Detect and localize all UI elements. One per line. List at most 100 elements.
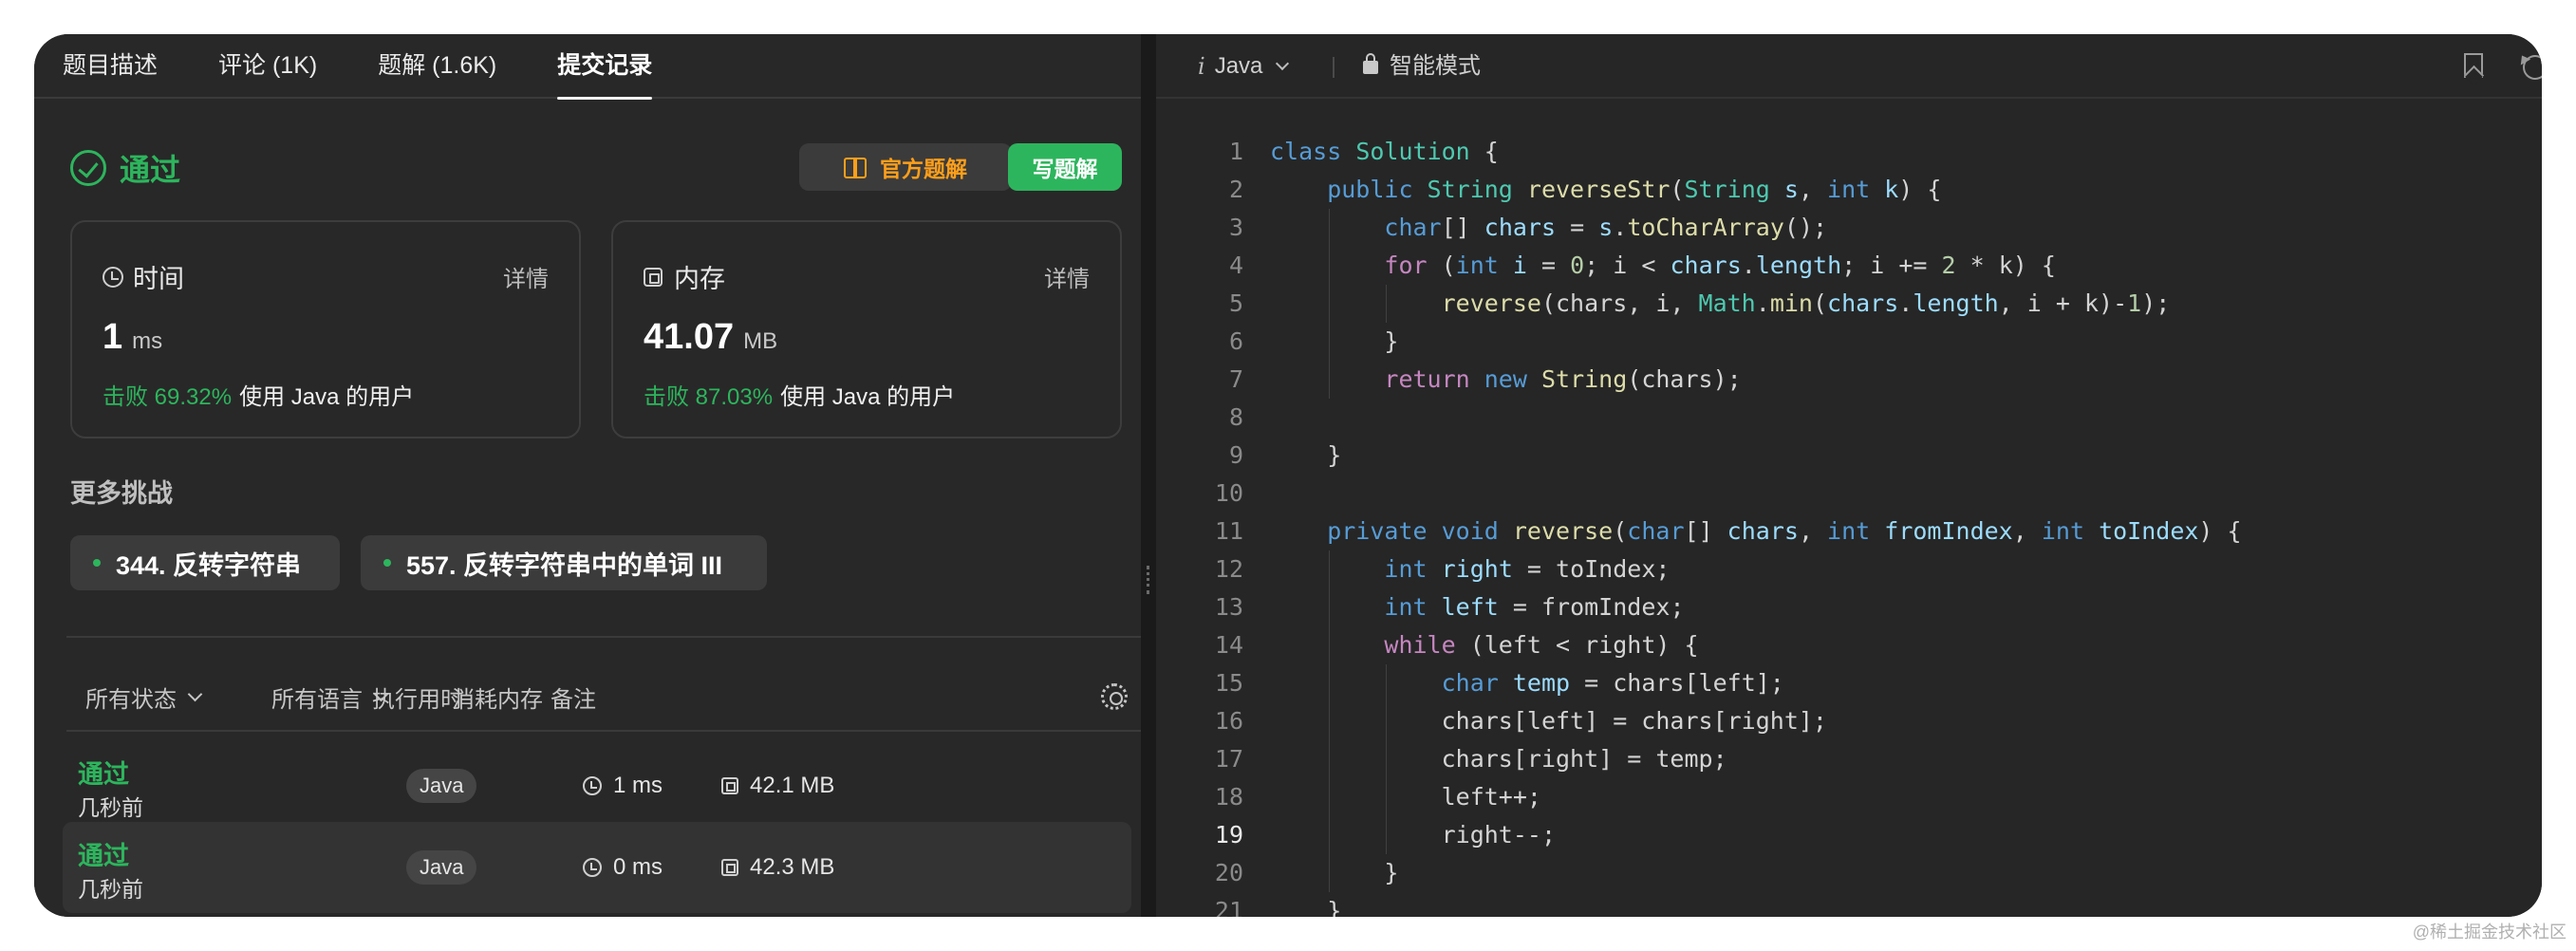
code-text: int left = fromIndex; (1384, 593, 1685, 621)
challenge-link-344[interactable]: 344. 反转字符串 (70, 535, 340, 590)
indent-guide (1386, 664, 1388, 702)
filter-status-dropdown[interactable]: 所有状态 (85, 680, 203, 714)
code-text: chars[right] = temp; (1441, 745, 1727, 773)
row-status[interactable]: 通过 (78, 754, 129, 791)
table-row[interactable]: 通过 几秒前 Java 0 ms 42.3 MB (63, 822, 1131, 913)
indent-guide (1329, 626, 1331, 664)
table-row[interactable]: 通过 几秒前 Java 1 ms 42.1 MB (63, 740, 1131, 831)
result-status: 通过 (70, 146, 180, 190)
code-text: private void reverse(char[] chars, int f… (1327, 517, 2242, 545)
tab-submissions[interactable]: 提交记录 (557, 34, 653, 100)
gear-icon[interactable] (1101, 683, 1128, 710)
indent-guide (1329, 778, 1331, 816)
row-memory-value: 42.3 MB (750, 854, 835, 880)
panel-splitter[interactable] (1141, 34, 1156, 917)
language-selector[interactable]: i Java (1198, 34, 1290, 99)
memory-card-title: 内存 (644, 258, 725, 295)
indent-guide (1329, 361, 1331, 399)
code-text: char temp = chars[left]; (1441, 669, 1784, 697)
code-line[interactable]: 21} (1156, 892, 2542, 917)
line-number: 19 (1214, 821, 1243, 848)
indent-guide (1329, 588, 1331, 626)
row-status[interactable]: 通过 (78, 835, 129, 872)
code-area[interactable]: 1 class Solution {2 public String reverseS… (1156, 133, 2542, 917)
row-time-ago: 几秒前 (78, 795, 143, 820)
row-memory-value: 42.1 MB (750, 773, 835, 798)
more-challenges-title: 更多挑战 (70, 479, 173, 508)
header-runtime: 执行用时 (372, 686, 463, 713)
code-line[interactable]: 4 for (int i = 0; i < chars.length; i += … (1156, 247, 2542, 285)
row-language-badge: Java (406, 850, 477, 885)
row-time-ago: 几秒前 (78, 877, 143, 902)
code-text: } (1384, 859, 1399, 886)
memory-number: 41.07 (644, 317, 735, 357)
memory-title: 内存 (674, 265, 725, 293)
row-language-badge: Java (406, 769, 477, 803)
runtime-unit: ms (132, 328, 163, 354)
code-line[interactable]: 1 class Solution { (1156, 133, 2542, 171)
code-text: int right = toIndex; (1384, 555, 1671, 583)
code-line[interactable]: 18 left++; (1156, 778, 2542, 816)
drag-handle-icon[interactable] (1147, 566, 1150, 594)
code-line[interactable]: 2 public String reverseStr(String s, int … (1156, 171, 2542, 209)
tab-solutions[interactable]: 题解 (1.6K) (378, 34, 496, 98)
memory-chip-icon (721, 859, 738, 876)
indent-guide (1329, 550, 1331, 588)
code-line[interactable]: 6} (1156, 323, 2542, 361)
indent-guide (1329, 285, 1331, 323)
line-number: 12 (1214, 555, 1243, 583)
code-text: for (int i = 0; i < chars.length; i += 2… (1384, 252, 2056, 279)
code-text: left++; (1441, 783, 1541, 811)
indent-guide (1329, 664, 1331, 702)
check-circle-icon (70, 150, 106, 186)
smart-mode-toggle[interactable]: 智能模式 (1390, 34, 1481, 99)
row-memory: 42.3 MB (721, 854, 834, 881)
code-line[interactable]: 12 int right = toIndex; (1156, 550, 2542, 588)
memory-beat-percent: 击败 87.03% (644, 384, 774, 410)
code-line[interactable]: 15 char temp = chars[left]; (1156, 664, 2542, 702)
memory-chip-icon (644, 267, 663, 287)
code-line[interactable]: 19 right--; (1156, 816, 2542, 854)
indent-guide (1329, 740, 1331, 778)
runtime-detail-link[interactable]: 详情 (503, 260, 549, 293)
row-runtime: 1 ms (583, 773, 663, 799)
table-header-divider (66, 730, 1156, 732)
row-memory: 42.1 MB (721, 773, 834, 799)
code-line[interactable]: 10 (1156, 475, 2542, 513)
indent-guide (1386, 740, 1388, 778)
memory-detail-link[interactable]: 详情 (1044, 260, 1090, 293)
code-line[interactable]: 11 private void reverse(char[] chars, int… (1156, 513, 2542, 550)
code-editor-panel: i Java 智能模式 1 class Solution {2 public Str… (1156, 34, 2542, 917)
code-line[interactable]: 17 chars[right] = temp; (1156, 740, 2542, 778)
runtime-beats: 击败 69.32% 使用 Java 的用户 (103, 378, 414, 411)
code-text: while (left < right) { (1384, 631, 1699, 659)
submissions-table-header: 所有状态 所有语言 执行用时 消耗内存 备注 (66, 680, 1156, 737)
challenge-label: 344. 反转字符串 (116, 550, 302, 580)
reset-icon[interactable] (2523, 55, 2542, 80)
code-line[interactable]: 13 int left = fromIndex; (1156, 588, 2542, 626)
code-line[interactable]: 3 char[] chars = s.toCharArray(); (1156, 209, 2542, 247)
runtime-number: 1 (103, 317, 123, 357)
tab-comments[interactable]: 评论 (1K) (218, 34, 317, 98)
code-line[interactable]: 20} (1156, 854, 2542, 892)
line-number: 17 (1214, 745, 1243, 773)
code-line[interactable]: 8 (1156, 399, 2542, 437)
row-runtime-value: 0 ms (613, 854, 663, 880)
memory-beat-text: 使用 Java 的用户 (780, 384, 956, 410)
info-i-icon: i (1198, 53, 1205, 80)
book-icon (844, 158, 867, 178)
bookmark-icon[interactable] (2464, 53, 2483, 78)
code-line[interactable]: 14 while (left < right) { (1156, 626, 2542, 664)
lock-icon (1363, 53, 1378, 74)
write-solution-button[interactable]: 写题解 (1008, 143, 1122, 191)
green-dot-icon (93, 559, 101, 567)
filter-language-dropdown[interactable]: 所有语言 (271, 680, 389, 714)
tab-description[interactable]: 题目描述 (63, 34, 158, 98)
challenge-link-557[interactable]: 557. 反转字符串中的单词 III (361, 535, 767, 590)
code-line[interactable]: 5 reverse(chars, i, Math.min(chars.length… (1156, 285, 2542, 323)
runtime-beat-percent: 击败 69.32% (103, 384, 233, 410)
official-solution-button[interactable]: 官方题解 (799, 143, 1012, 191)
code-line[interactable]: 7 return new String(chars); (1156, 361, 2542, 399)
code-line[interactable]: 9} (1156, 437, 2542, 475)
code-line[interactable]: 16 chars[left] = chars[right]; (1156, 702, 2542, 740)
